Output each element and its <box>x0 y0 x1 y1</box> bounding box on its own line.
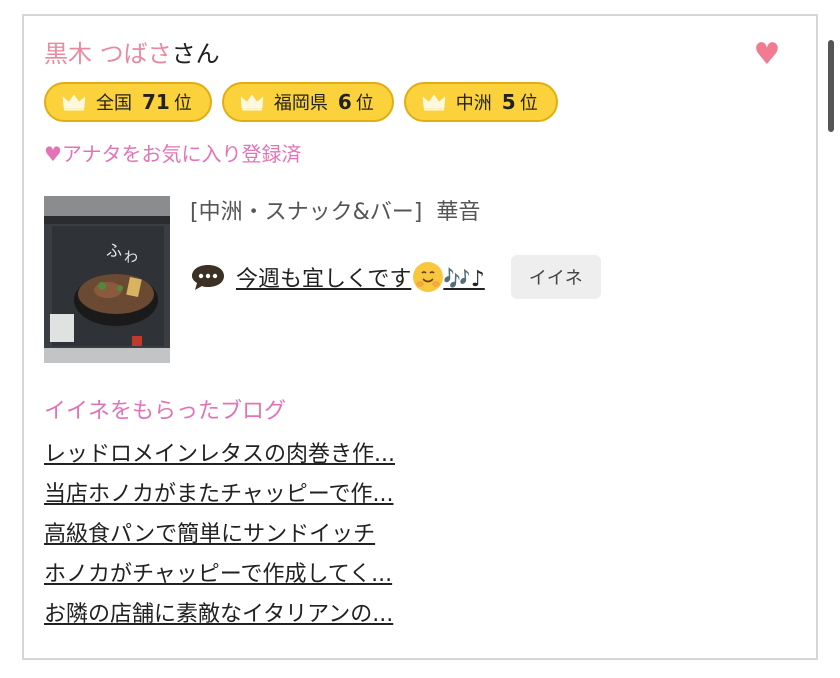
favorite-status: ♥アナタをお気に入り登録済 <box>44 142 302 166</box>
ranking-unit: 位 <box>355 93 374 114</box>
user-name-row: 黒木 つばささん <box>44 36 220 72</box>
food-poster-image: ふ わ <box>44 196 170 363</box>
user-name[interactable]: 黒木 つばさ <box>44 40 172 68</box>
ranking-value: 5 <box>501 90 516 114</box>
scrollbar-thumb[interactable] <box>828 40 834 132</box>
blog-link[interactable]: 高級食パンで簡単にサンドイッチ <box>44 522 375 547</box>
list-item: 当店ホノカがまたチャッピーで作... <box>44 478 395 518</box>
svg-text:ふ: ふ <box>106 241 122 260</box>
crown-icon <box>422 94 446 111</box>
speech-bubble-icon <box>192 265 224 290</box>
post-row: 今週も宜しくです 🎶♪ イイネ <box>190 252 601 302</box>
user-honorific: さん <box>171 40 220 68</box>
blog-link[interactable]: ホノカがチャッピーで作成してく... <box>44 562 392 587</box>
list-item: 高級食パンで簡単にサンドイッチ <box>44 518 395 558</box>
hugging-face-icon <box>413 262 444 292</box>
ranking-value: 6 <box>337 90 352 114</box>
blog-link[interactable]: お隣の店舗に素敵なイタリアンの... <box>44 602 393 627</box>
ranking-label: 福岡県 <box>273 93 328 114</box>
ranking-unit: 位 <box>173 93 192 114</box>
list-item: レッドロメインレタスの肉巻き作... <box>44 438 395 478</box>
post-thumbnail[interactable]: ふ わ <box>44 196 170 363</box>
ranking-label: 全国 <box>96 93 132 114</box>
ranking-badge-fukuoka: 福岡県 6 位 <box>221 82 394 122</box>
crown-icon <box>62 94 86 111</box>
svg-text:わ: わ <box>124 250 138 266</box>
heart-icon[interactable]: ♥ <box>752 40 782 70</box>
shop-info: [中洲・スナック&バー] 華音 <box>190 196 480 230</box>
list-item: お隣の店舗に素敵なイタリアンの... <box>44 598 395 638</box>
ranking-badge-national: 全国 71 位 <box>44 82 212 122</box>
list-item: ホノカがチャッピーで作成してく... <box>44 558 395 598</box>
post-link[interactable]: 今週も宜しくです 🎶♪ <box>236 261 485 293</box>
ranking-unit: 位 <box>519 93 538 114</box>
shop-category: [中洲・スナック&バー] <box>190 200 423 225</box>
blog-link[interactable]: レッドロメインレタスの肉巻き作... <box>44 442 395 467</box>
ranking-badges: 全国 71 位 福岡県 6 位 中洲 5 位 <box>44 82 558 122</box>
ranking-badge-nakasu: 中洲 5 位 <box>403 82 558 122</box>
liked-blog-list: レッドロメインレタスの肉巻き作... 当店ホノカがまたチャッピーで作... 高級… <box>44 438 395 638</box>
crown-icon <box>240 94 264 111</box>
shop-name[interactable]: 華音 <box>436 200 480 225</box>
ranking-label: 中洲 <box>455 93 492 114</box>
post-text: 今週も宜しくです <box>236 267 412 292</box>
like-button[interactable]: イイネ <box>510 255 601 299</box>
scrollbar[interactable] <box>826 14 834 660</box>
ranking-value: 71 <box>142 90 170 114</box>
liked-blogs-heading: イイネをもらったブログ <box>44 399 287 424</box>
blog-link[interactable]: 当店ホノカがまたチャッピーで作... <box>44 482 393 507</box>
music-notes: 🎶♪ <box>443 267 485 292</box>
